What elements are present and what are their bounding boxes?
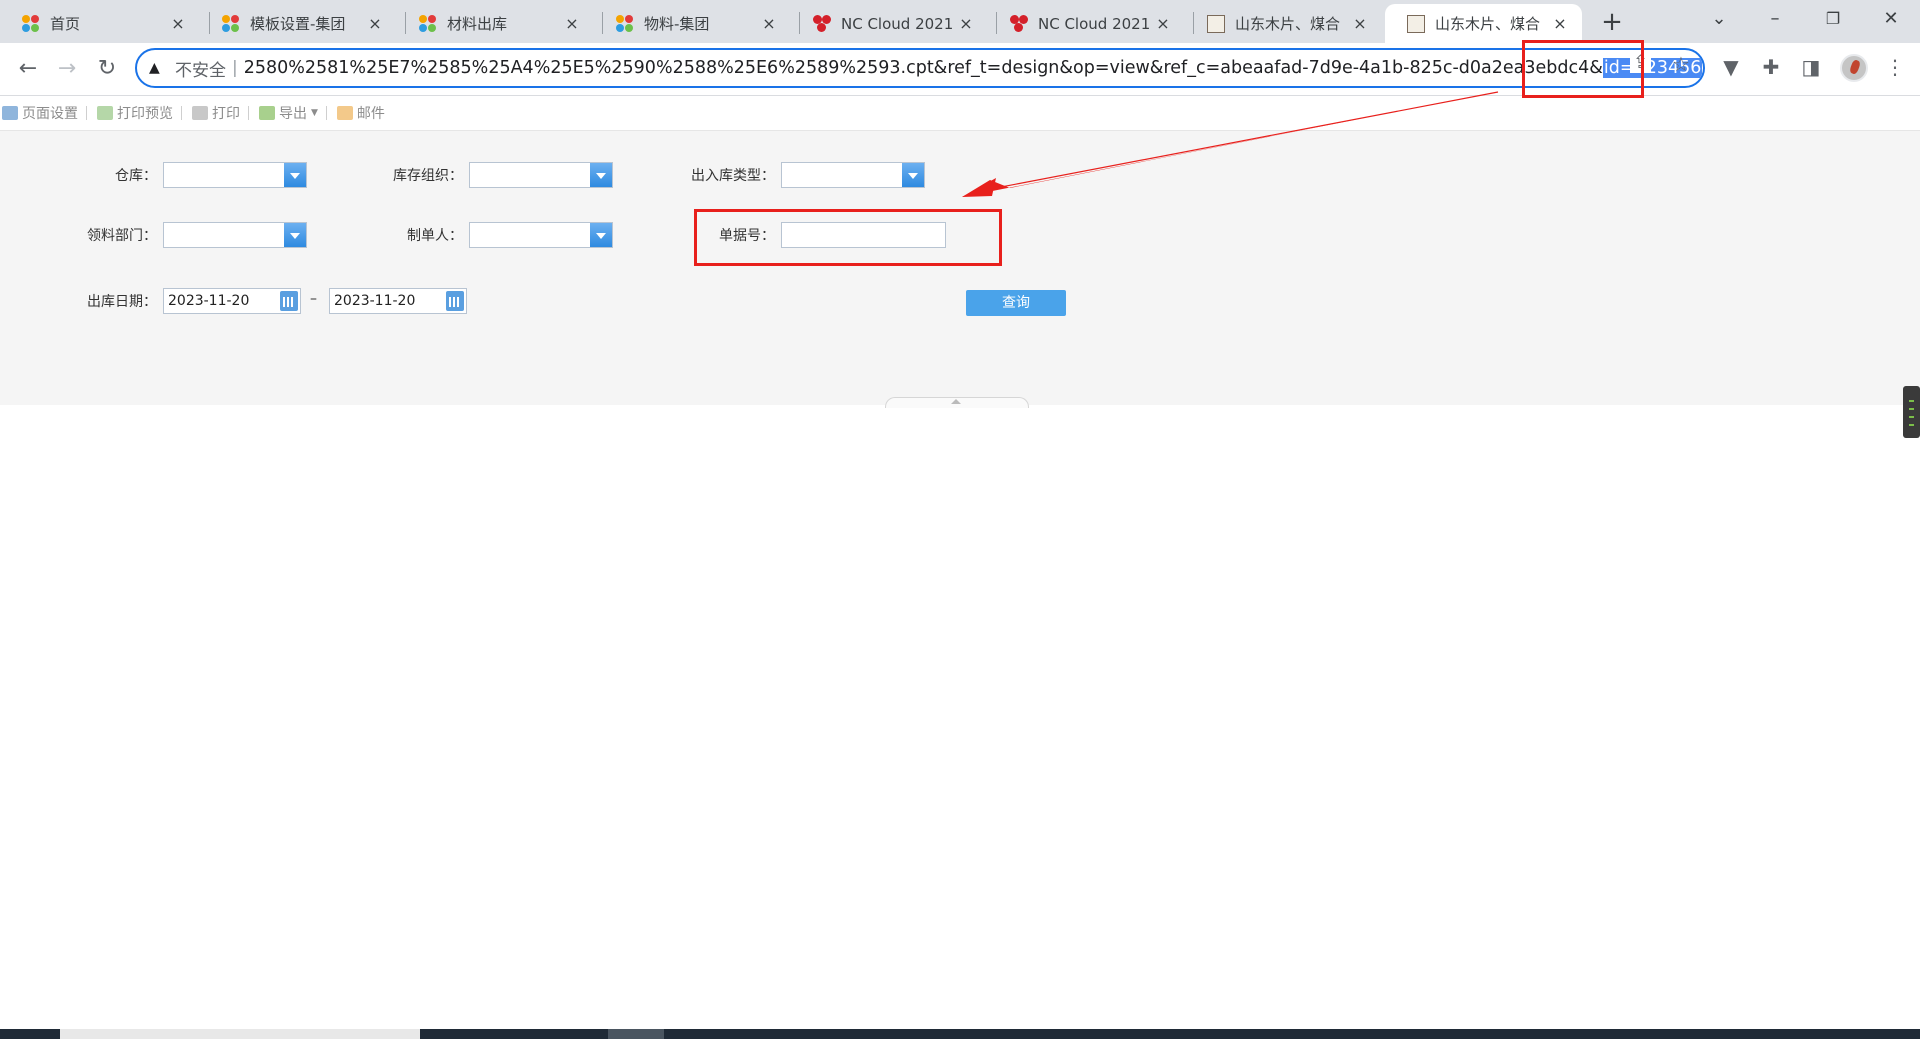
os-taskbar <box>0 1029 1920 1039</box>
taskbar-item[interactable] <box>60 1029 420 1039</box>
taskbar-item[interactable] <box>608 1029 664 1039</box>
scrollbar-handle[interactable] <box>1903 386 1920 438</box>
annotation-arrow <box>962 91 1500 197</box>
